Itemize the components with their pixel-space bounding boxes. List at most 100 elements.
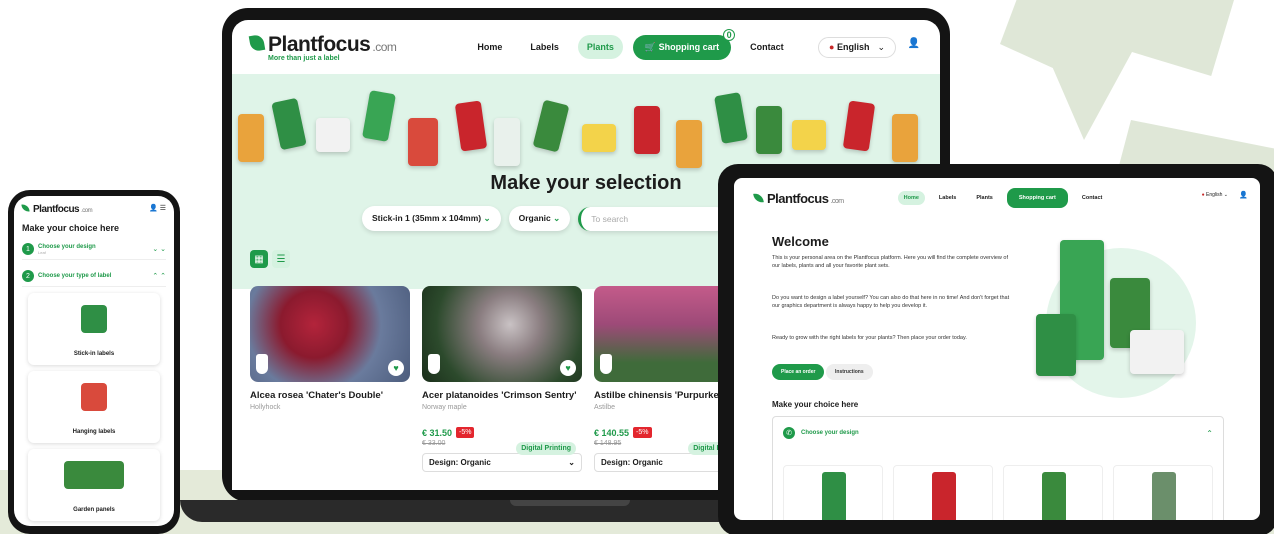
design-option[interactable] [783, 465, 883, 520]
label-image [81, 305, 107, 333]
phone-icon: ✆ [783, 427, 795, 439]
label-image [792, 120, 826, 150]
shopping-cart-button[interactable]: 🛒 Shopping cart 0 [632, 28, 736, 60]
step-label: Choose your design [38, 243, 96, 250]
language-select[interactable]: ● English ⌄ [1202, 192, 1228, 198]
product-image: ♥ [250, 286, 410, 382]
design-filter[interactable]: Organic ⌄ [508, 206, 571, 231]
product-image: ♥ [422, 286, 582, 382]
label-image [494, 118, 520, 166]
phone-device: Plantfocus .com 👤 ☰ Make your choice here… [8, 190, 180, 534]
heart-icon[interactable]: ♥ [560, 360, 576, 376]
discount-badge: -5% [456, 427, 475, 439]
nav-labels[interactable]: Labels [933, 191, 962, 205]
flag-icon: ● [829, 42, 835, 52]
accordion-header[interactable]: ✆ Choose your design ⌃ [773, 417, 1223, 449]
brand-logo[interactable]: Plantfocus .com [753, 190, 844, 206]
nav-plants[interactable]: Plants [970, 191, 999, 205]
language-label: English [1206, 192, 1223, 198]
label-image [454, 100, 488, 152]
label-image [271, 97, 307, 151]
view-toggle: ▦ ☰ [250, 250, 290, 268]
label-image [932, 472, 956, 520]
label-tag-icon [600, 354, 612, 374]
product-card[interactable]: ♥ Acer platanoides 'Crimson Sentry' Norw… [422, 286, 582, 490]
label-type-option[interactable]: Hanging labels [28, 371, 160, 443]
design-option[interactable] [1113, 465, 1213, 520]
label-image [362, 90, 396, 142]
product-price: € 140.55 [594, 427, 630, 438]
welcome-paragraph: This is your personal area on the Plantf… [772, 255, 1009, 270]
user-icon[interactable]: 👤 [149, 205, 158, 212]
label-image [756, 106, 782, 154]
label-image [892, 114, 918, 162]
brand-name: Plantfocus [33, 204, 80, 215]
chevron-down-icon: ⌄ [568, 458, 575, 468]
design-select-value: Design: Organic [601, 458, 663, 468]
size-filter-value: Stick-in 1 (35mm x 104mm) [372, 213, 482, 223]
instructions-button[interactable]: Instructions [826, 364, 873, 380]
user-icon[interactable]: 👤 [1239, 191, 1248, 199]
label-image [1042, 472, 1066, 520]
grid-view-icon[interactable]: ▦ [250, 250, 268, 268]
tablet-screen: Plantfocus .com Home Labels Plants Shoppi… [734, 178, 1260, 520]
nav-contact[interactable]: Contact [741, 35, 793, 59]
step-label: Choose your design [801, 430, 859, 436]
leaf-icon [248, 33, 266, 52]
label-image [316, 118, 350, 152]
language-select[interactable]: ● English ⌄ [818, 37, 896, 58]
step-accordion[interactable]: 1 Choose your design Leaf ⌄ ⌄ [22, 239, 166, 260]
label-type-option[interactable]: Stick-in labels [28, 293, 160, 365]
product-common-name: Norway maple [422, 404, 467, 412]
design-filter-value: Organic [518, 213, 551, 223]
shopping-cart-button[interactable]: Shopping cart [1006, 188, 1068, 208]
design-option[interactable] [893, 465, 993, 520]
place-order-button[interactable]: Place an order [772, 364, 825, 380]
nav-home[interactable]: Home [897, 191, 925, 205]
step-label: Choose your type of label [38, 273, 112, 279]
print-badge: Digital Printing [516, 442, 576, 455]
search-input[interactable]: To search [578, 206, 729, 231]
label-image [582, 124, 616, 152]
product-name: Alcea rosea 'Chater's Double' [250, 390, 383, 401]
nav-plants[interactable]: Plants [577, 35, 623, 59]
top-navigation: Plantfocus .com More than just a label Ho… [232, 20, 940, 74]
label-image [842, 100, 876, 152]
phone-header: Plantfocus .com 👤 ☰ [14, 196, 174, 215]
welcome-heading: Welcome [772, 234, 829, 249]
brand-name: Plantfocus [767, 190, 829, 206]
step-accordion[interactable]: 2 Choose your type of label ⌃ ⌃ [22, 266, 166, 287]
menu-icon[interactable]: ☰ [160, 205, 166, 212]
nav-home[interactable]: Home [468, 35, 511, 59]
label-image [634, 106, 660, 154]
user-icon[interactable]: 👤 [908, 38, 920, 49]
label-image [714, 92, 748, 144]
brand-logo[interactable]: Plantfocus .com [21, 203, 93, 215]
chevron-down-icon: ⌄ [877, 42, 885, 52]
brand-logo[interactable]: Plantfocus .com More than just a label [248, 33, 397, 62]
product-common-name: Hollyhock [250, 404, 281, 412]
label-type-option[interactable]: Garden panels [28, 449, 160, 521]
chevron-down-icon: ⌄ ⌄ [152, 246, 166, 253]
hero-illustration [1016, 218, 1226, 398]
list-view-icon[interactable]: ☰ [272, 250, 290, 268]
welcome-paragraph: Do you want to design a label yourself? … [772, 295, 1010, 310]
design-select-value: Design: Organic [429, 458, 491, 468]
nav-labels[interactable]: Labels [521, 35, 568, 59]
product-card[interactable]: ♥ Alcea rosea 'Chater's Double' Hollyhoc… [250, 286, 410, 490]
design-select[interactable]: Design: Organic ⌄ [422, 453, 582, 473]
choice-heading: Make your choice here [772, 400, 859, 409]
label-image [408, 118, 438, 166]
brand-domain: .com [372, 39, 397, 54]
size-filter[interactable]: Stick-in 1 (35mm x 104mm) ⌄ [362, 206, 501, 231]
phone-title: Make your choice here [22, 223, 120, 233]
welcome-paragraph: Ready to grow with the right labels for … [772, 335, 967, 341]
nav-contact[interactable]: Contact [1076, 191, 1108, 205]
design-accordion: ✆ Choose your design ⌃ [772, 416, 1224, 520]
label-tag-icon [428, 354, 440, 374]
heart-icon[interactable]: ♥ [388, 360, 404, 376]
background-shape [1000, 0, 1240, 140]
label-image [1152, 472, 1176, 520]
product-name: Acer platanoides 'Crimson Sentry' [422, 390, 577, 401]
design-option[interactable] [1003, 465, 1103, 520]
